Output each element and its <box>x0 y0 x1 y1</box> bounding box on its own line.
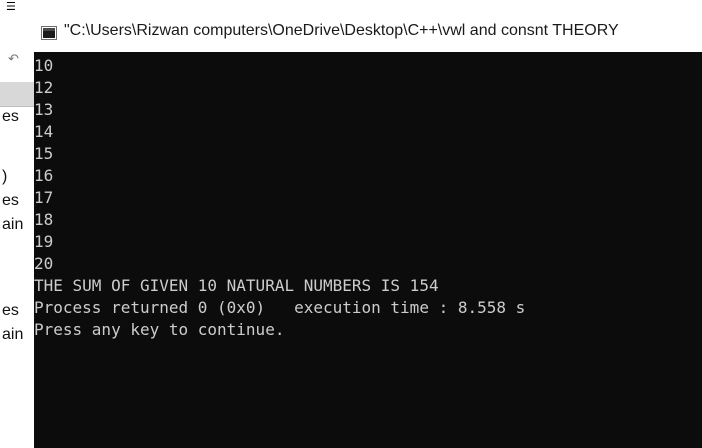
ide-toolbar-strip <box>0 82 34 106</box>
background-ide-window: ☰ ↶ es ) es ain es ain <box>0 0 34 448</box>
console-line: 18 <box>34 210 54 229</box>
console-line: 12 <box>34 78 54 97</box>
console-line: 14 <box>34 122 54 141</box>
menu-icon[interactable]: ☰ <box>6 0 26 14</box>
console-output[interactable]: 10 12 13 14 15 16 17 18 19 20 THE SUM OF… <box>34 52 702 448</box>
console-line: 17 <box>34 188 54 207</box>
console-line: 19 <box>34 232 54 251</box>
window-titlebar[interactable]: "C:\Users\Rizwan computers\OneDrive\Desk… <box>34 0 702 52</box>
console-prompt-line: Press any key to continue. <box>34 320 285 339</box>
divider <box>0 106 34 107</box>
ide-text-fragment: es <box>2 302 19 319</box>
console-line: 13 <box>34 100 54 119</box>
ide-text-fragment: ain <box>2 216 24 233</box>
ide-text-fragment: ain <box>2 326 24 343</box>
console-process-line: Process returned 0 (0x0) execution time … <box>34 298 526 317</box>
console-line: 16 <box>34 166 54 185</box>
console-line: 20 <box>34 254 54 273</box>
ide-text-fragment: es <box>2 108 19 125</box>
ide-text-fragment: es <box>2 192 19 209</box>
console-window[interactable]: "C:\Users\Rizwan computers\OneDrive\Desk… <box>34 0 702 448</box>
console-sum-line: THE SUM OF GIVEN 10 NATURAL NUMBERS IS 1… <box>34 276 439 295</box>
window-title: "C:\Users\Rizwan computers\OneDrive\Desk… <box>64 22 619 39</box>
ide-text-fragment: ) <box>2 168 8 185</box>
console-window-icon[interactable] <box>41 26 57 40</box>
undo-icon[interactable]: ↶ <box>8 52 19 67</box>
console-line: 10 <box>34 56 54 75</box>
console-line: 15 <box>34 144 54 163</box>
